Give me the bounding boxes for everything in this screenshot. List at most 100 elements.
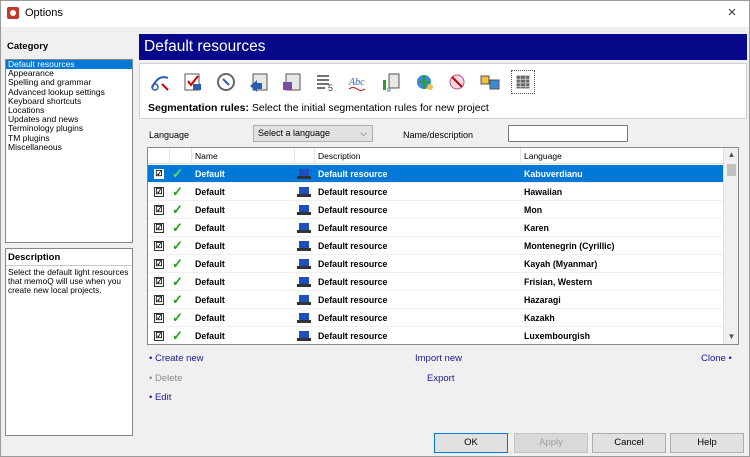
row-checkbox[interactable]: ☑ bbox=[154, 223, 164, 233]
name-description-input[interactable] bbox=[508, 125, 628, 142]
header-name[interactable]: Name bbox=[192, 148, 295, 164]
ok-button[interactable]: OK bbox=[434, 433, 508, 453]
svg-text:я: я bbox=[387, 87, 391, 94]
row-checkbox[interactable]: ☑ bbox=[154, 259, 164, 269]
row-name: Default bbox=[195, 331, 225, 341]
keyboard-shortcuts-icon[interactable]: я bbox=[379, 70, 403, 94]
local-resource-icon bbox=[297, 187, 311, 197]
row-description: Default resource bbox=[318, 277, 388, 287]
header-icon-col bbox=[295, 148, 315, 164]
category-item[interactable]: Miscellaneous bbox=[6, 142, 132, 152]
segmentation-rules-icon[interactable] bbox=[511, 70, 535, 94]
row-name: Default bbox=[195, 169, 225, 179]
row-language: Luxembourgish bbox=[524, 331, 590, 341]
export-path-rules-icon[interactable] bbox=[247, 70, 271, 94]
header-language[interactable]: Language bbox=[521, 148, 724, 164]
close-icon[interactable]: × bbox=[723, 4, 741, 21]
scroll-down-icon[interactable]: ▼ bbox=[724, 330, 738, 344]
checkmark-icon: ✓ bbox=[172, 256, 183, 271]
row-description: Default resource bbox=[318, 331, 388, 341]
row-checkbox[interactable]: ☑ bbox=[154, 295, 164, 305]
table-row[interactable]: ☑ ✓ Default Default resource Kayah (Myanmar) bbox=[148, 255, 724, 273]
row-language: Montenegrin (Cyrillic) bbox=[524, 241, 615, 251]
description-text: Select the default light resources that … bbox=[8, 267, 129, 295]
segmentation-text: Select the initial segmentation rules fo… bbox=[251, 102, 489, 114]
import-new-link[interactable]: Import new bbox=[415, 353, 462, 364]
row-checkbox[interactable]: ☑ bbox=[154, 313, 164, 323]
clone-link[interactable]: Clone • bbox=[701, 353, 732, 364]
row-name: Default bbox=[195, 205, 225, 215]
table-row[interactable]: ☑ ✓ Default Default resource Luxembourgish bbox=[148, 327, 724, 344]
scroll-up-icon[interactable]: ▲ bbox=[724, 148, 738, 162]
autocorrect-icon[interactable] bbox=[148, 70, 172, 94]
row-name: Default bbox=[195, 259, 225, 269]
table-row[interactable]: ☑ ✓ Default Default resource Hazaragi bbox=[148, 291, 724, 309]
row-language: Kabuverdianu bbox=[524, 169, 583, 179]
autotranslation-rules-icon[interactable] bbox=[181, 70, 205, 94]
create-new-link[interactable]: • Create new bbox=[149, 353, 204, 364]
row-language: Kazakh bbox=[524, 313, 555, 323]
description-title: Description bbox=[6, 249, 132, 266]
checkmark-icon: ✓ bbox=[172, 274, 183, 289]
name-description-label: Name/description bbox=[403, 130, 474, 140]
checkmark-icon: ✓ bbox=[172, 166, 183, 181]
help-button[interactable]: Help bbox=[670, 433, 744, 453]
header-description[interactable]: Description bbox=[315, 148, 521, 164]
local-resource-icon bbox=[297, 259, 311, 269]
table-row[interactable]: ☑ ✓ Default Default resource Montenegrin (Cy… bbox=[148, 237, 724, 255]
language-select[interactable]: Select a language ⌵ bbox=[253, 125, 373, 142]
filter-config-icon[interactable] bbox=[280, 70, 304, 94]
language-label: Language bbox=[149, 130, 190, 140]
local-resource-icon bbox=[297, 241, 311, 251]
local-resource-icon bbox=[297, 223, 311, 233]
row-checkbox[interactable]: ☑ bbox=[154, 331, 164, 341]
options-window: Options × Category Default resources Appe… bbox=[0, 0, 750, 457]
row-name: Default bbox=[195, 313, 225, 323]
row-checkbox[interactable]: ☑ bbox=[154, 187, 164, 197]
table-row[interactable]: ☑ ✓ Default Default resource Hawaiian bbox=[148, 183, 724, 201]
row-name: Default bbox=[195, 295, 225, 305]
row-checkbox[interactable]: ☑ bbox=[154, 205, 164, 215]
row-name: Default bbox=[195, 277, 225, 287]
export-link[interactable]: Export bbox=[427, 373, 454, 384]
segmentation-label: Segmentation rules: bbox=[148, 102, 249, 114]
table-row[interactable]: ☑ ✓ Default Default resource Kabuverdianu bbox=[148, 165, 724, 183]
row-language: Mon bbox=[524, 205, 543, 215]
header-check-col bbox=[148, 148, 170, 164]
scroll-thumb[interactable] bbox=[727, 164, 736, 176]
grid-scrollbar[interactable]: ▲ ▼ bbox=[723, 148, 738, 344]
row-description: Default resource bbox=[318, 259, 388, 269]
lqa-icon[interactable] bbox=[412, 70, 436, 94]
chevron-down-icon: ⌵ bbox=[360, 128, 367, 138]
local-resource-icon bbox=[297, 331, 311, 341]
delete-link[interactable]: • Delete bbox=[149, 373, 182, 384]
resource-type-icons: 5 Abc я bbox=[148, 70, 535, 100]
row-name: Default bbox=[195, 241, 225, 251]
checkmark-icon: ✓ bbox=[172, 202, 183, 217]
ignore-lists-icon[interactable] bbox=[214, 70, 238, 94]
row-description: Default resource bbox=[318, 241, 388, 251]
checkmark-icon: ✓ bbox=[172, 184, 183, 199]
segmentation-rules-line: Segmentation rules: Select the initial s… bbox=[148, 102, 489, 114]
edit-link[interactable]: • Edit bbox=[149, 392, 171, 403]
table-row[interactable]: ☑ ✓ Default Default resource Kazakh bbox=[148, 309, 724, 327]
row-language: Hawaiian bbox=[524, 187, 563, 197]
non-translatables-icon[interactable] bbox=[445, 70, 469, 94]
checkmark-icon: ✓ bbox=[172, 292, 183, 307]
apply-button[interactable]: Apply bbox=[514, 433, 588, 453]
table-row[interactable]: ☑ ✓ Default Default resource Karen bbox=[148, 219, 724, 237]
row-checkbox[interactable]: ☑ bbox=[154, 169, 164, 179]
grid-body: ☑ ✓ Default Default resource Kabuverdianu ☑ ✓ D… bbox=[148, 165, 724, 344]
description-panel: Description Select the default light res… bbox=[5, 248, 133, 436]
row-checkbox[interactable]: ☑ bbox=[154, 277, 164, 287]
qa-settings-icon[interactable] bbox=[478, 70, 502, 94]
category-list[interactable]: Default resources Appearance Spelling and … bbox=[5, 59, 133, 243]
table-row[interactable]: ☑ ✓ Default Default resource Mon bbox=[148, 201, 724, 219]
spelling-icon[interactable]: Abc bbox=[346, 70, 370, 94]
cancel-button[interactable]: Cancel bbox=[592, 433, 666, 453]
row-description: Default resource bbox=[318, 313, 388, 323]
row-description: Default resource bbox=[318, 187, 388, 197]
table-row[interactable]: ☑ ✓ Default Default resource Frisian, Wester… bbox=[148, 273, 724, 291]
font-substitution-icon[interactable]: 5 bbox=[313, 70, 337, 94]
row-checkbox[interactable]: ☑ bbox=[154, 241, 164, 251]
